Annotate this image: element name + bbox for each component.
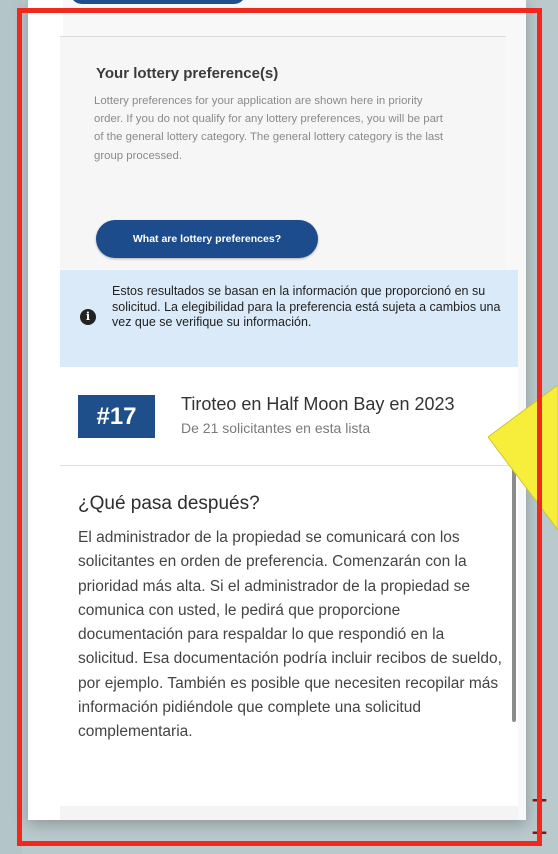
info-alert: i Estos resultados se basan en la inform… (60, 270, 518, 367)
preferences-title: Your lottery preference(s) (96, 65, 279, 82)
previous-button-partial[interactable] (70, 0, 246, 4)
preference-name: Tiroteo en Half Moon Bay en 2023 (181, 394, 455, 414)
background-left (0, 0, 22, 854)
alert-text: Estos resultados se basan en la informac… (112, 284, 501, 329)
lottery-preferences-section: Your lottery preference(s) Lottery prefe… (60, 37, 506, 269)
next-steps-title: ¿Qué pasa después? (78, 493, 260, 514)
next-steps-section: ¿Qué pasa después? El administrador de l… (60, 466, 518, 806)
logo-fragment: I (530, 790, 549, 846)
lottery-result-row: #17 Tiroteo en Half Moon Bay en 2023 De … (60, 367, 518, 465)
rank-badge: #17 (78, 395, 155, 438)
preferences-description: Lottery preferences for your application… (94, 95, 444, 162)
highlight-arrow-icon (488, 385, 558, 530)
info-icon: i (80, 309, 96, 325)
next-steps-body: El administrador de la propiedad se comu… (78, 529, 502, 741)
applicant-count: De 21 solicitantes en esta lista (181, 420, 371, 436)
panel-footer (60, 806, 518, 820)
what-are-lottery-preferences-button[interactable]: What are lottery preferences? (96, 220, 318, 258)
